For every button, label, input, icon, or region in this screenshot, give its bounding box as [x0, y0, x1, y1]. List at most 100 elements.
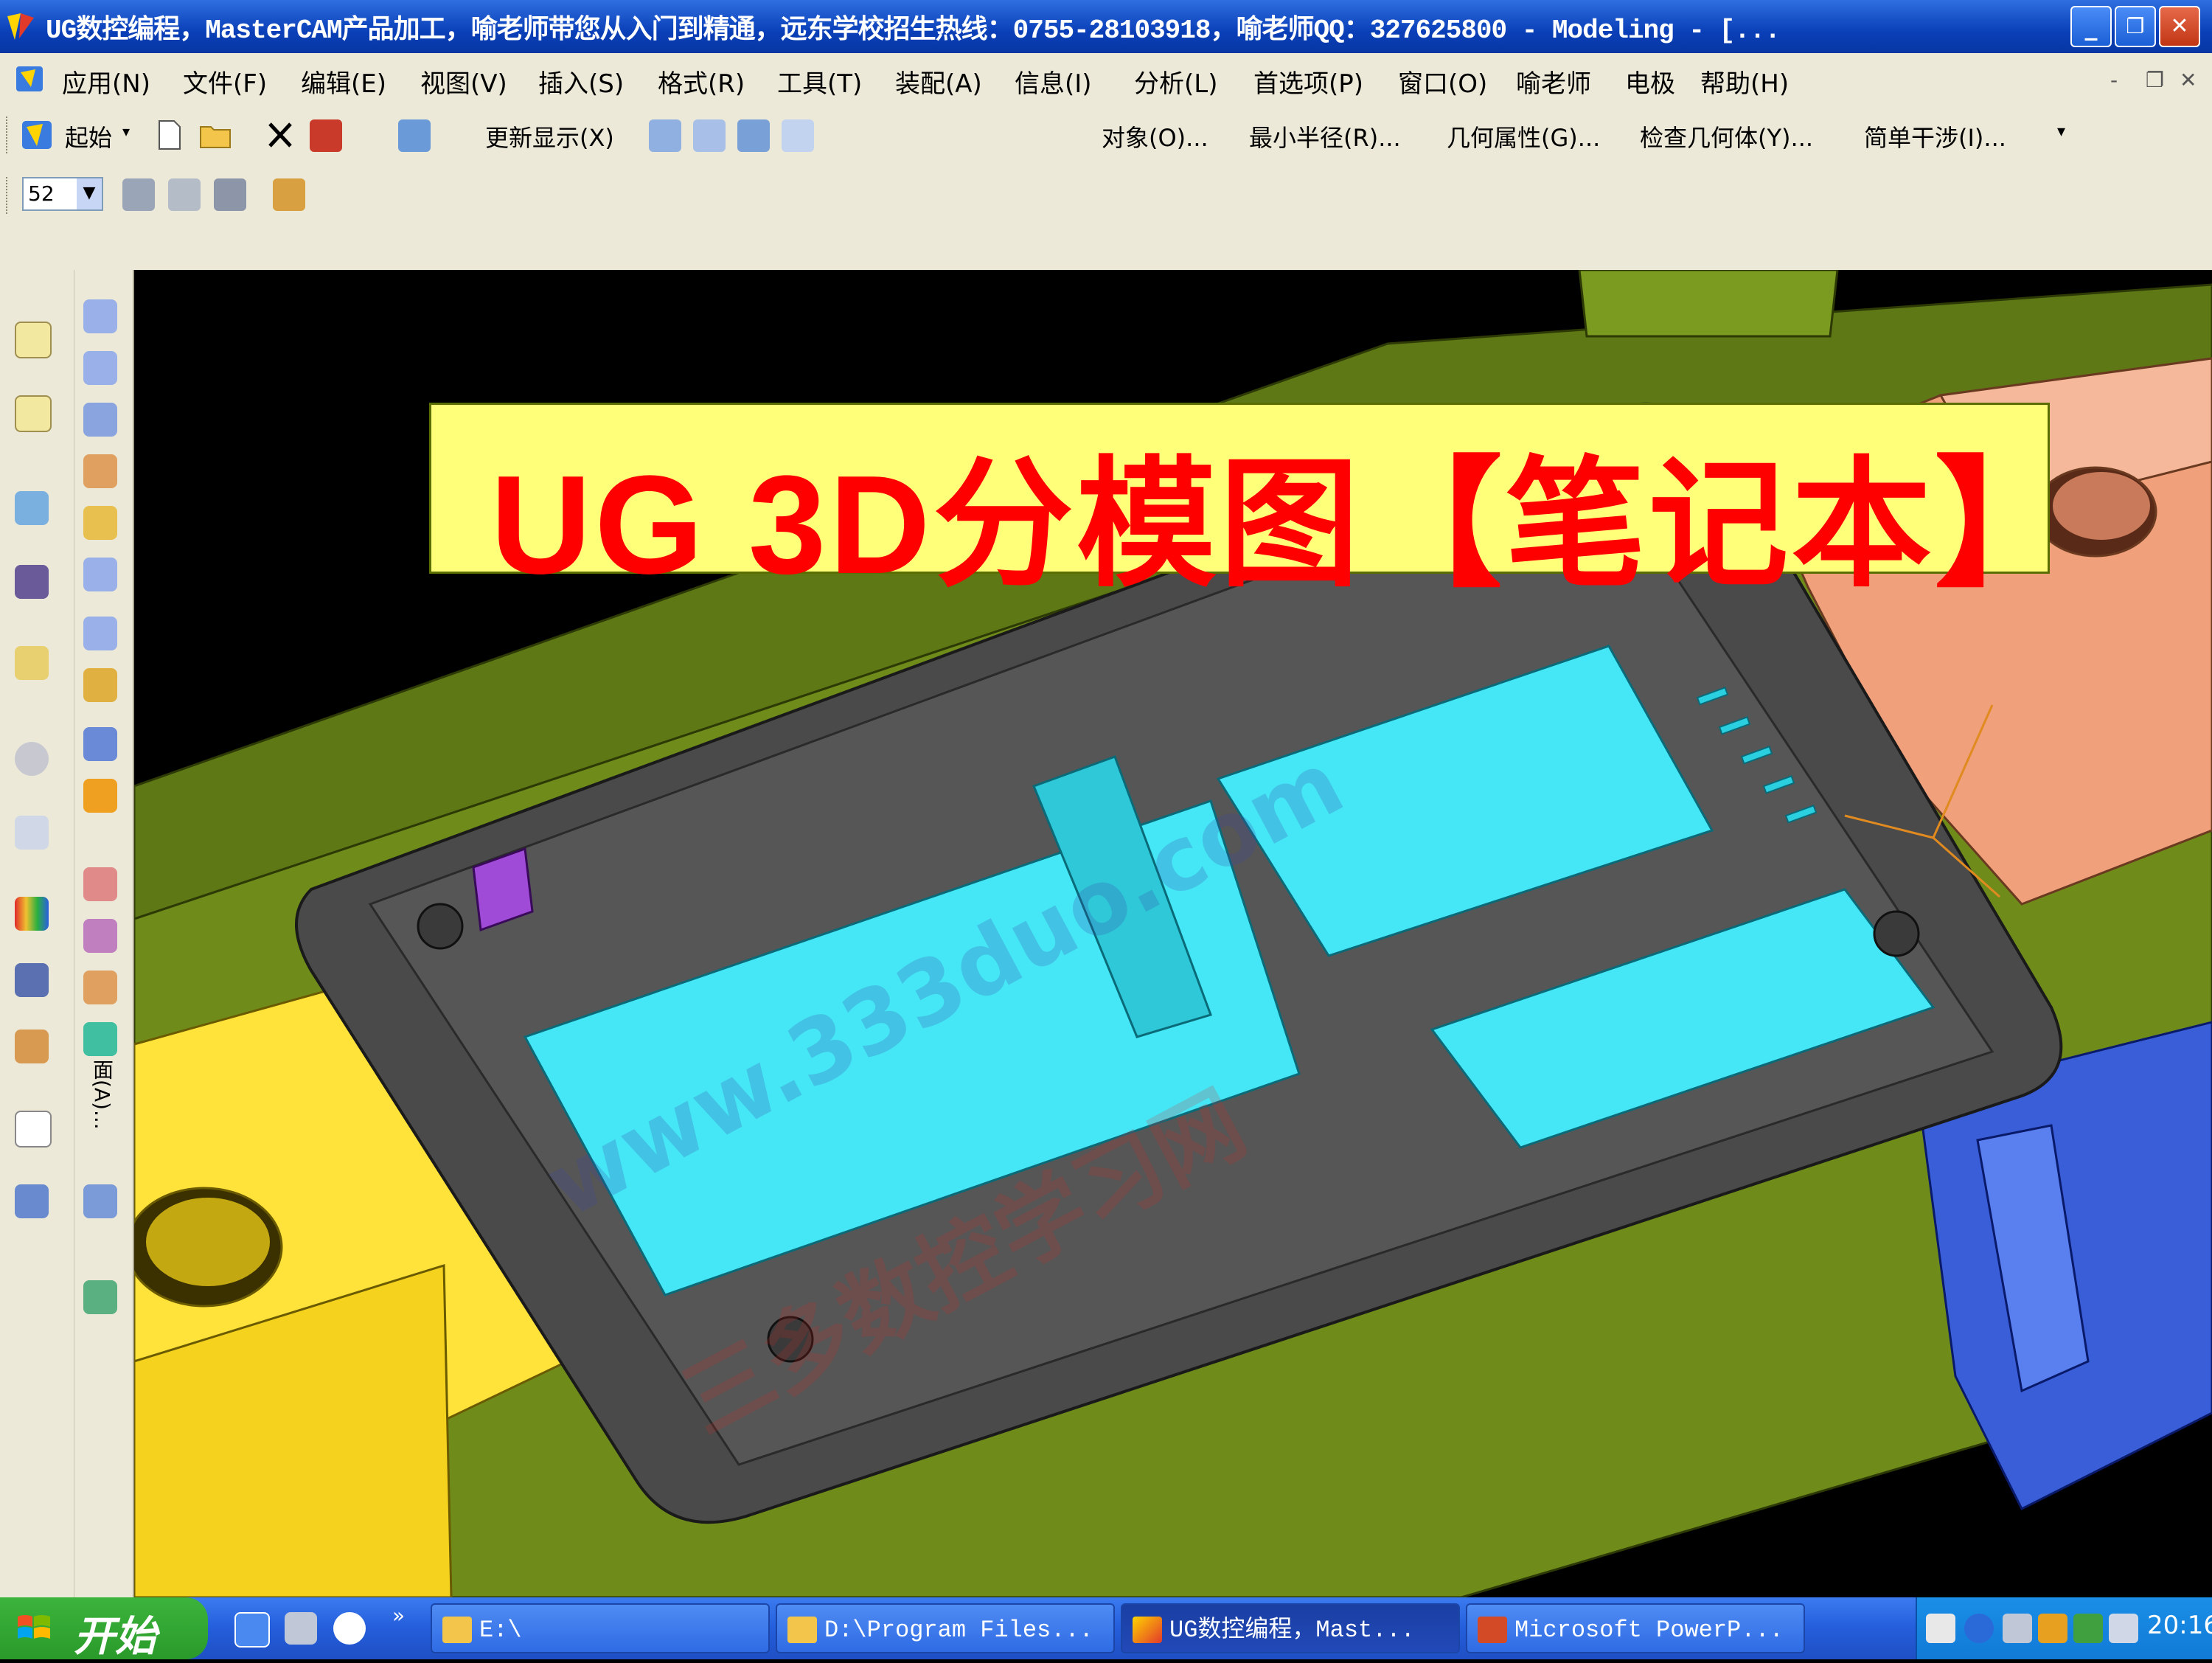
menu-analysis[interactable]: 分析(L) — [1134, 63, 1217, 100]
trim-body-icon[interactable] — [83, 1022, 117, 1056]
help-icon[interactable] — [15, 646, 49, 680]
menu-information[interactable]: 信息(I) — [1015, 63, 1092, 100]
menu-window[interactable]: 窗口(O) — [1398, 63, 1487, 100]
shaded-view-icon[interactable] — [649, 119, 681, 152]
pad-icon[interactable] — [83, 617, 117, 650]
task-ug-modeling[interactable]: UG数控编程，Mast... — [1121, 1603, 1460, 1653]
restore-button[interactable]: ❐ — [2115, 6, 2156, 47]
part-navigator-icon[interactable] — [15, 395, 52, 432]
geometric-properties-button[interactable]: 几何属性(G)... — [1447, 119, 1600, 153]
task-explorer-e[interactable]: E:\ — [431, 1603, 770, 1653]
folder-icon — [787, 1617, 817, 1643]
toolbar-overflow-icon[interactable]: ▾ — [2057, 122, 2065, 141]
document-icon[interactable] — [15, 1111, 52, 1148]
assembly-navigator-icon[interactable] — [15, 322, 52, 358]
menu-assembly[interactable]: 装配(A) — [895, 63, 982, 100]
menu-format[interactable]: 格式(R) — [658, 63, 745, 100]
graphics-viewport[interactable]: UG 3D分模图【笔记本】 www.333duo.com 三多数控学习网 — [134, 270, 2212, 1597]
menu-electrode[interactable]: 电极 — [1625, 63, 1675, 100]
boss-icon[interactable] — [83, 506, 117, 540]
extrude-icon[interactable] — [83, 299, 117, 333]
roles-icon[interactable] — [15, 1030, 49, 1063]
toolbar-grip-2[interactable] — [6, 177, 12, 214]
palette-icon[interactable] — [15, 897, 49, 931]
tray-expand-icon[interactable] — [1964, 1614, 1994, 1643]
windows-logo-icon — [18, 1615, 50, 1639]
quicklaunch-more-icon[interactable]: » — [392, 1603, 405, 1628]
draft-icon[interactable] — [83, 971, 117, 1004]
open-folder-icon[interactable] — [198, 118, 234, 152]
offset-face-icon[interactable] — [83, 1184, 117, 1218]
new-file-icon[interactable] — [155, 118, 184, 152]
task-powerpoint[interactable]: Microsoft PowerP... — [1466, 1603, 1805, 1653]
chamfer-icon[interactable] — [83, 919, 117, 953]
history-icon[interactable] — [15, 742, 49, 776]
antivirus-icon[interactable] — [2073, 1614, 2103, 1643]
menu-tools[interactable]: 工具(T) — [777, 63, 862, 100]
start-button[interactable]: 起始 — [65, 119, 112, 153]
fit-view-icon[interactable] — [398, 119, 431, 152]
app-menu-icon[interactable] — [13, 62, 47, 96]
object-info-button[interactable]: 对象(O)... — [1102, 119, 1208, 153]
keyboard-icon[interactable] — [1926, 1614, 1955, 1643]
menu-file[interactable]: 文件(F) — [183, 63, 267, 100]
close-button[interactable]: ✕ — [2159, 6, 2200, 47]
iso-view-icon[interactable] — [737, 119, 770, 152]
menu-preferences[interactable]: 首选项(P) — [1253, 63, 1363, 100]
check-geometry-button[interactable]: 检查几何体(Y)... — [1640, 119, 1813, 153]
groove-icon[interactable] — [83, 727, 117, 761]
copy-to-layer-icon[interactable] — [214, 178, 246, 211]
simple-interference-button[interactable]: 简单干涉(I)... — [1864, 119, 2006, 153]
task-explorer-program-files[interactable]: D:\Program Files... — [776, 1603, 1115, 1653]
show-desktop-icon[interactable] — [234, 1612, 270, 1648]
process-studio-icon[interactable] — [15, 963, 49, 997]
toolbar-strip — [0, 226, 2212, 271]
clock[interactable]: 20:16 — [2147, 1611, 2212, 1640]
edge-blend-icon[interactable] — [83, 867, 117, 901]
layer-select[interactable]: 52 ▼ — [22, 177, 103, 211]
security-icon[interactable] — [2038, 1614, 2067, 1643]
slot-icon[interactable] — [83, 668, 117, 702]
chevron-down-icon[interactable]: ▼ — [77, 178, 102, 209]
undo-icon[interactable] — [310, 119, 342, 152]
face-tool-label[interactable]: 面(A)... — [87, 1059, 116, 1130]
web-browser-icon[interactable] — [15, 491, 49, 525]
toolbar-grip[interactable] — [6, 117, 12, 153]
standard-toolbar: 起始 ▾ 更新显示(X) 对象(O)... 最小半径(R)... 几何属性(G)… — [0, 105, 2212, 166]
mdi-restore-button[interactable]: ❐ — [2146, 68, 2164, 92]
start-icon — [22, 121, 52, 149]
revolve-icon[interactable] — [83, 351, 117, 385]
top-view-icon[interactable] — [782, 119, 814, 152]
start-dropdown-icon[interactable]: ▾ — [122, 122, 130, 140]
network-icon[interactable] — [2003, 1614, 2032, 1643]
start-button[interactable]: 开始 — [0, 1597, 208, 1661]
powerpoint-icon — [1478, 1617, 1507, 1643]
sew-icon[interactable] — [83, 1280, 117, 1314]
delete-icon[interactable] — [265, 119, 295, 150]
min-radius-button[interactable]: 最小半径(R)... — [1249, 119, 1401, 153]
wcs-icon[interactable] — [273, 178, 305, 211]
menu-application[interactable]: 应用(N) — [62, 63, 150, 100]
move-to-layer-icon[interactable] — [168, 178, 201, 211]
reuse-library-icon[interactable] — [15, 816, 49, 850]
menu-view[interactable]: 视图(V) — [420, 63, 507, 100]
volume-icon[interactable] — [2109, 1614, 2138, 1643]
mdi-minimize-button[interactable]: - — [2110, 68, 2118, 92]
menu-edit[interactable]: 编辑(E) — [301, 63, 386, 100]
minimize-button[interactable]: _ — [2070, 6, 2112, 47]
quicklaunch-app-icon[interactable] — [285, 1612, 317, 1645]
mdi-close-button[interactable]: ✕ — [2180, 68, 2197, 92]
menu-teacher-yu[interactable]: 喻老师 — [1516, 63, 1591, 100]
pocket-icon[interactable] — [83, 558, 117, 591]
refresh-display-button[interactable]: 更新显示(X) — [485, 119, 614, 153]
hole-icon[interactable] — [83, 454, 117, 488]
browser-icon[interactable] — [333, 1612, 366, 1645]
menu-help[interactable]: 帮助(H) — [1700, 63, 1789, 100]
shell-icon[interactable] — [83, 779, 117, 813]
system-visualization-icon[interactable] — [15, 1184, 49, 1218]
training-icon[interactable] — [15, 565, 49, 599]
wireframe-view-icon[interactable] — [693, 119, 726, 152]
menu-insert[interactable]: 插入(S) — [538, 63, 624, 100]
layer-settings-icon[interactable] — [122, 178, 155, 211]
sweep-icon[interactable] — [83, 403, 117, 437]
